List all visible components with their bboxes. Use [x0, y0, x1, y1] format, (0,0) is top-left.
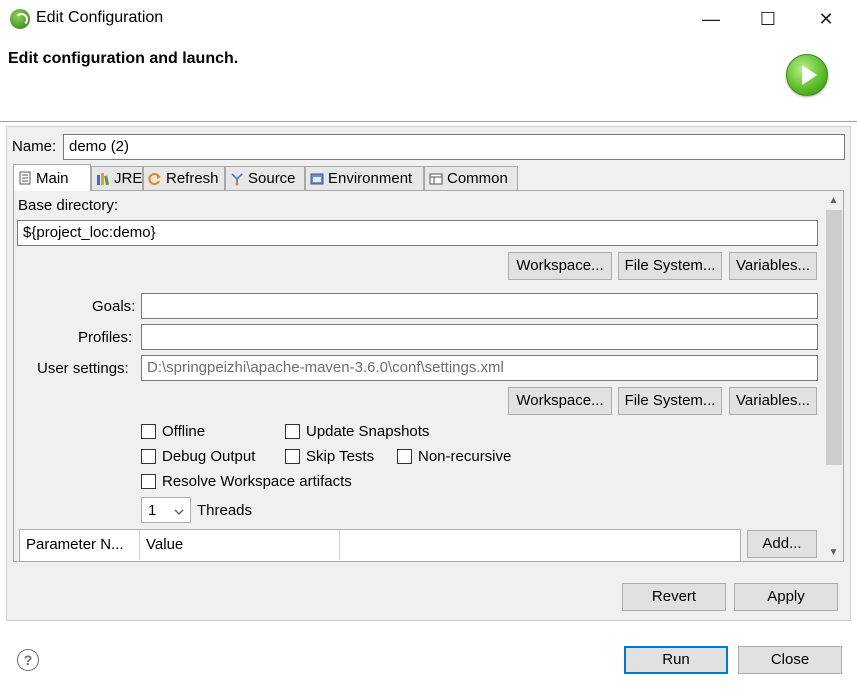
user-settings-label: User settings:	[37, 360, 129, 377]
scrollbar-thumb[interactable]	[826, 210, 842, 465]
debug-output-checkbox-label: Debug Output	[162, 448, 256, 465]
tab-source[interactable]: Source	[225, 166, 305, 190]
goals-label: Goals:	[92, 298, 136, 315]
tab-main-label: Main	[36, 169, 69, 187]
tab-main[interactable]: Main	[13, 164, 91, 191]
apply-button[interactable]: Apply	[734, 583, 838, 611]
minimize-button[interactable]: —	[682, 0, 740, 38]
tab-environment[interactable]: Environment	[305, 166, 424, 190]
threads-select[interactable]: 1	[141, 497, 191, 523]
resolve-workspace-checkbox[interactable]: Resolve Workspace artifacts	[141, 473, 352, 490]
tab-common[interactable]: Common	[424, 166, 518, 190]
resolve-workspace-checkbox-box[interactable]	[141, 474, 156, 489]
revert-button[interactable]: Revert	[622, 583, 726, 611]
common-icon	[429, 172, 443, 186]
tab-refresh-label: Refresh	[166, 170, 219, 187]
skip-tests-checkbox-box[interactable]	[285, 449, 300, 464]
settings-workspace-button[interactable]: Workspace...	[508, 387, 612, 415]
goals-field[interactable]	[141, 293, 818, 319]
resolve-workspace-checkbox-label: Resolve Workspace artifacts	[162, 473, 352, 490]
profiles-label: Profiles:	[78, 329, 133, 346]
column-header-parameter-name[interactable]: Parameter N...	[20, 530, 140, 560]
tab-jre[interactable]: JRE	[91, 166, 143, 190]
column-header-value[interactable]: Value	[140, 530, 340, 560]
name-label: Name:	[12, 138, 57, 155]
run-launch-icon	[786, 54, 828, 96]
non-recursive-checkbox[interactable]: Non-recursive	[397, 448, 511, 465]
update-snapshots-checkbox-box[interactable]	[285, 424, 300, 439]
profiles-field[interactable]	[141, 324, 818, 350]
update-snapshots-checkbox-label: Update Snapshots	[306, 423, 430, 440]
tab-refresh[interactable]: Refresh	[143, 166, 225, 190]
tab-jre-label: JRE	[114, 170, 143, 187]
base-dir-file-system-button[interactable]: File System...	[618, 252, 722, 280]
close-window-button[interactable]: ✕	[797, 0, 855, 38]
source-icon	[230, 172, 244, 186]
title-bar: Edit Configuration — ☐ ✕	[0, 0, 857, 38]
document-icon	[18, 171, 32, 185]
name-field[interactable]: demo (2)	[63, 134, 845, 160]
spring-app-icon	[10, 9, 30, 29]
update-snapshots-checkbox[interactable]: Update Snapshots	[285, 423, 429, 440]
tab-source-label: Source	[248, 170, 296, 187]
parameters-table: Parameter N... Value	[19, 529, 741, 561]
threads-label: Threads	[197, 502, 253, 519]
scroll-down-arrow-icon[interactable]: ▼	[825, 544, 842, 561]
window-title: Edit Configuration	[36, 9, 164, 26]
tab-common-label: Common	[447, 170, 508, 187]
base-dir-variables-button[interactable]: Variables...	[729, 252, 817, 280]
tab-environment-label: Environment	[328, 170, 413, 187]
debug-output-checkbox-box[interactable]	[141, 449, 156, 464]
offline-checkbox-box[interactable]	[141, 424, 156, 439]
library-icon	[96, 172, 110, 186]
offline-checkbox-label: Offline	[162, 423, 206, 440]
chevron-down-icon	[174, 502, 184, 519]
scroll-up-arrow-icon[interactable]: ▲	[825, 192, 842, 209]
skip-tests-checkbox[interactable]: Skip Tests	[285, 448, 374, 465]
settings-variables-button[interactable]: Variables...	[729, 387, 817, 415]
non-recursive-checkbox-box[interactable]	[397, 449, 412, 464]
maximize-button[interactable]: ☐	[739, 0, 797, 38]
threads-select-value: 1	[148, 501, 157, 519]
refresh-icon	[148, 172, 162, 186]
base-directory-field[interactable]: ${project_loc:demo}	[17, 220, 818, 246]
add-parameter-button[interactable]: Add...	[747, 530, 817, 558]
debug-output-checkbox[interactable]: Debug Output	[141, 448, 255, 465]
user-settings-field[interactable]: D:\springpeizhi\apache-maven-3.6.0\conf\…	[141, 355, 818, 381]
base-dir-workspace-button[interactable]: Workspace...	[508, 252, 612, 280]
help-icon[interactable]: ?	[17, 649, 39, 671]
environment-icon	[310, 172, 324, 186]
run-button[interactable]: Run	[624, 646, 728, 674]
dialog-header-title: Edit configuration and launch.	[8, 50, 239, 67]
close-button[interactable]: Close	[738, 646, 842, 674]
skip-tests-checkbox-label: Skip Tests	[306, 448, 375, 465]
non-recursive-checkbox-label: Non-recursive	[418, 448, 512, 465]
settings-file-system-button[interactable]: File System...	[618, 387, 722, 415]
base-directory-label: Base directory:	[18, 197, 119, 214]
header-divider	[0, 121, 857, 122]
offline-checkbox[interactable]: Offline	[141, 423, 205, 440]
